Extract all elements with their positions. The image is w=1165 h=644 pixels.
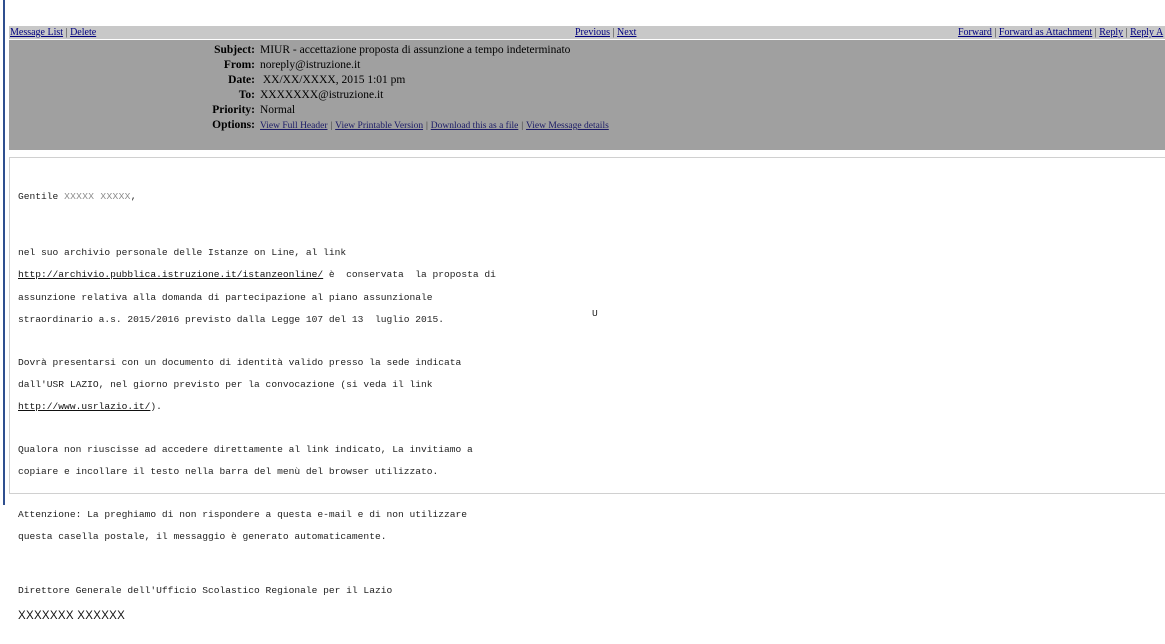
options-separator: | (521, 121, 524, 131)
options-links: View Full Header | View Printable Versio… (260, 118, 609, 134)
greeting-comma: , (130, 191, 137, 203)
date-label: Date: (228, 74, 255, 86)
greeting-text: Gentile (18, 191, 65, 203)
paragraph-1-line-2: http://archivio.pubblica.istruzione.it/i… (18, 269, 1158, 280)
signature-title: Direttore Generale dell'Ufficio Scolasti… (18, 585, 393, 597)
options-separator: | (425, 121, 428, 131)
options-separator: | (330, 121, 333, 131)
view-printable-version-link[interactable]: View Printable Version (335, 121, 423, 131)
subject-row: Subject: MIUR - accettazione proposta di… (9, 43, 1165, 58)
paragraph-2-line-2: dall'USR LAZIO, nel giorno previsto per … (18, 379, 433, 391)
paragraph-3-line-2: copiare e incollare il testo nella barra… (18, 466, 439, 478)
nav-separator: | (65, 27, 68, 38)
download-as-file-link[interactable]: Download this as a file (431, 121, 519, 131)
nav-left-group: Message List | Delete (10, 26, 96, 39)
paragraph-1-line-1: nel suo archivio personale delle Istanze… (18, 246, 347, 258)
paragraph-2-line-1: Dovrà presentarsi con un documento di id… (18, 356, 462, 368)
usr-lazio-link[interactable]: http://www.usrlazio.it/ (18, 401, 150, 412)
delete-link[interactable]: Delete (70, 27, 96, 38)
previous-link[interactable]: Previous (575, 27, 610, 38)
nav-right-group: Forward | Forward as Attachment | Reply … (958, 26, 1163, 39)
greeting-line: Gentile XXXXX XXXXX, (18, 191, 1158, 202)
message-list-link[interactable]: Message List (10, 27, 63, 38)
next-link[interactable]: Next (617, 27, 636, 38)
from-row: From: noreply@istruzione.it (9, 58, 1165, 73)
from-value: noreply@istruzione.it (260, 59, 361, 71)
paragraph-1-line-4: straordinario a.s. 2015/2016 previsto da… (18, 314, 445, 326)
reply-all-link[interactable]: Reply A (1130, 27, 1163, 38)
options-label: Options: (212, 119, 255, 131)
priority-label: Priority: (212, 104, 255, 116)
subject-label: Subject: (214, 44, 255, 56)
paragraph-4-line-1: Attenzione: La preghiamo di non risponde… (18, 509, 468, 521)
view-message-details-link[interactable]: View Message details (526, 121, 609, 131)
message-body-box: Gentile XXXXX XXXXX, nel suo archivio pe… (9, 157, 1165, 621)
reply-link[interactable]: Reply (1099, 27, 1123, 38)
paragraph-4-line-2: questa casella postale, il messaggio è g… (18, 531, 387, 543)
nav-separator: | (994, 27, 997, 38)
istanze-online-link[interactable]: http://archivio.pubblica.istruzione.it/i… (18, 269, 323, 280)
forward-as-attachment-link[interactable]: Forward as Attachment (999, 27, 1092, 38)
signature-name: XXXXXXX XXXXXX (18, 609, 126, 622)
paragraph-3-line-1: Qualora non riuscisse ad accedere dirett… (18, 444, 473, 456)
from-label: From: (223, 59, 255, 71)
priority-row: Priority: Normal (9, 103, 1165, 118)
paragraph-2-line-3-rest: ). (150, 401, 162, 413)
date-value: XX/XX/XXXX, 2015 1:01 pm (260, 74, 406, 86)
left-border-rule (3, 0, 5, 505)
paragraph-2-line-3: http://www.usrlazio.it/). (18, 401, 1158, 412)
priority-value: Normal (260, 104, 296, 116)
to-label: To: (238, 89, 255, 101)
paragraph-1-line-3: assunzione relativa alla domanda di part… (18, 291, 433, 303)
message-body: Gentile XXXXX XXXXX, nel suo archivio pe… (18, 180, 1158, 644)
date-row: Date: XX/XX/XXXX, 2015 1:01 pm (9, 73, 1165, 88)
message-nav-bar: Message List | Delete Previous | Next Fo… (9, 26, 1165, 39)
recipient-name: XXXXX XXXXX (64, 191, 131, 203)
nav-separator: | (612, 27, 615, 38)
nav-center-group: Previous | Next (575, 26, 636, 39)
stray-character: U (592, 308, 598, 319)
nav-separator: | (1125, 27, 1128, 38)
to-row: To: XXXXXXX@istruzione.it (9, 88, 1165, 103)
forward-link[interactable]: Forward (958, 27, 992, 38)
view-full-header-link[interactable]: View Full Header (260, 121, 328, 131)
nav-separator: | (1094, 27, 1097, 38)
options-row: Options: View Full Header | View Printab… (9, 118, 1165, 133)
message-header-panel: Subject: MIUR - accettazione proposta di… (9, 40, 1165, 150)
subject-value: MIUR - accettazione proposta di assunzio… (260, 44, 571, 56)
to-value: XXXXXXX@istruzione.it (260, 89, 384, 101)
paragraph-1-line-2-rest: è conservata la proposta di (323, 269, 496, 281)
